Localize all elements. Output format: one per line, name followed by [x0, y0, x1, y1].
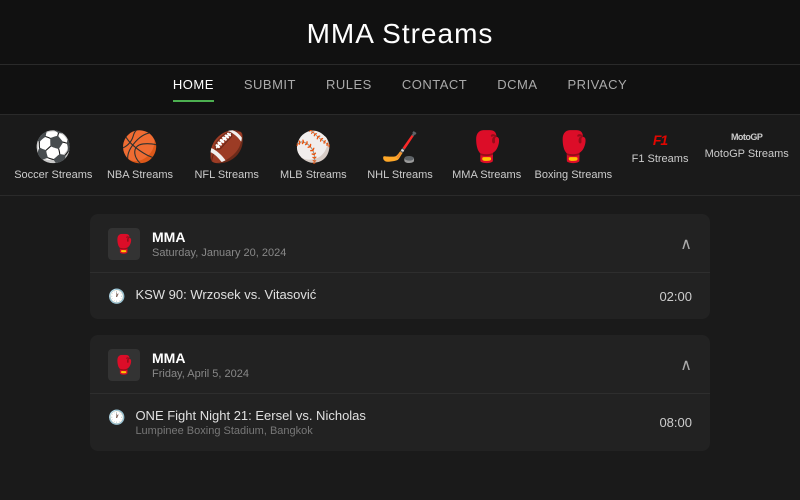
- main-content: 🥊 MMA Saturday, January 20, 2024 ∧ 🕐 KSW…: [0, 196, 800, 496]
- event-title-2: MMA: [152, 350, 249, 366]
- match-left-1: 🕐 KSW 90: Wrzosek vs. Vitasović: [108, 287, 316, 305]
- nav-contact[interactable]: CONTACT: [402, 77, 467, 102]
- sport-f1[interactable]: F1 F1 Streams: [617, 133, 704, 181]
- nba-label: NBA Streams: [107, 169, 173, 181]
- event-date-1: Saturday, January 20, 2024: [152, 247, 286, 259]
- nba-icon: 🏀: [121, 133, 158, 163]
- event-card-1: 🥊 MMA Saturday, January 20, 2024 ∧ 🕐 KSW…: [90, 214, 710, 319]
- clock-icon-1: 🕐: [108, 288, 125, 305]
- mlb-label: MLB Streams: [280, 169, 347, 181]
- sport-soccer[interactable]: ⚽ Soccer Streams: [10, 133, 97, 181]
- clock-icon-2: 🕐: [108, 409, 125, 426]
- nav-rules[interactable]: RULES: [326, 77, 372, 102]
- motogp-label: MotoGP Streams: [705, 148, 789, 160]
- event-info-2: MMA Friday, April 5, 2024: [152, 350, 249, 380]
- soccer-icon: ⚽: [35, 133, 72, 163]
- boxing-label: Boxing Streams: [535, 169, 613, 181]
- event-toggle-2[interactable]: ∧: [680, 355, 692, 375]
- sport-mlb[interactable]: ⚾ MLB Streams: [270, 133, 357, 181]
- event-header-2: 🥊 MMA Friday, April 5, 2024 ∧: [90, 335, 710, 394]
- soccer-label: Soccer Streams: [14, 169, 92, 181]
- event-info-1: MMA Saturday, January 20, 2024: [152, 229, 286, 259]
- nfl-icon: 🏈: [208, 133, 245, 163]
- nfl-label: NFL Streams: [194, 169, 258, 181]
- mma-label: MMA Streams: [452, 169, 521, 181]
- sport-nhl[interactable]: 🏒 NHL Streams: [357, 133, 444, 181]
- event-header-left-1: 🥊 MMA Saturday, January 20, 2024: [108, 228, 286, 260]
- nhl-label: NHL Streams: [367, 169, 433, 181]
- event-sport-icon-2: 🥊: [108, 349, 140, 381]
- page-header: MMA Streams: [0, 0, 800, 65]
- event-header-left-2: 🥊 MMA Friday, April 5, 2024: [108, 349, 249, 381]
- match-time-1: 02:00: [659, 289, 692, 304]
- event-sport-icon-1: 🥊: [108, 228, 140, 260]
- nav-dcma[interactable]: DCMA: [497, 77, 537, 102]
- sport-nfl[interactable]: 🏈 NFL Streams: [183, 133, 270, 181]
- f1-icon: F1: [653, 133, 667, 147]
- nhl-icon: 🏒: [381, 133, 418, 163]
- sport-motogp[interactable]: MotoGP MotoGP Streams: [703, 133, 790, 181]
- f1-label: F1 Streams: [632, 153, 689, 165]
- nav-submit[interactable]: SUBMIT: [244, 77, 296, 102]
- nav-home[interactable]: HOME: [173, 77, 214, 102]
- match-name-2: ONE Fight Night 21: Eersel vs. Nicholas: [135, 408, 365, 423]
- match-venue-2: Lumpinee Boxing Stadium, Bangkok: [135, 425, 365, 437]
- match-time-2: 08:00: [659, 415, 692, 430]
- sport-boxing[interactable]: 🥊 Boxing Streams: [530, 133, 617, 181]
- motogp-icon: MotoGP: [731, 133, 763, 142]
- match-name-1: KSW 90: Wrzosek vs. Vitasović: [135, 287, 316, 302]
- event-toggle-1[interactable]: ∧: [680, 234, 692, 254]
- sports-row: ⚽ Soccer Streams 🏀 NBA Streams 🏈 NFL Str…: [0, 115, 800, 196]
- event-card-2: 🥊 MMA Friday, April 5, 2024 ∧ 🕐 ONE Figh…: [90, 335, 710, 451]
- event-header-1: 🥊 MMA Saturday, January 20, 2024 ∧: [90, 214, 710, 273]
- sport-nba[interactable]: 🏀 NBA Streams: [97, 133, 184, 181]
- match-details-1: KSW 90: Wrzosek vs. Vitasović: [135, 287, 316, 302]
- mlb-icon: ⚾: [295, 133, 332, 163]
- page-title: MMA Streams: [0, 18, 800, 50]
- match-row-1: 🕐 KSW 90: Wrzosek vs. Vitasović 02:00: [90, 273, 710, 319]
- boxing-icon: 🥊: [555, 133, 592, 163]
- event-date-2: Friday, April 5, 2024: [152, 368, 249, 380]
- mma-icon: 🥊: [468, 133, 505, 163]
- match-left-2: 🕐 ONE Fight Night 21: Eersel vs. Nichola…: [108, 408, 366, 437]
- match-row-2: 🕐 ONE Fight Night 21: Eersel vs. Nichola…: [90, 394, 710, 451]
- match-details-2: ONE Fight Night 21: Eersel vs. Nicholas …: [135, 408, 365, 437]
- nav-privacy[interactable]: PRIVACY: [568, 77, 628, 102]
- main-nav: HOME SUBMIT RULES CONTACT DCMA PRIVACY: [0, 65, 800, 115]
- sport-mma[interactable]: 🥊 MMA Streams: [443, 133, 530, 181]
- event-title-1: MMA: [152, 229, 286, 245]
